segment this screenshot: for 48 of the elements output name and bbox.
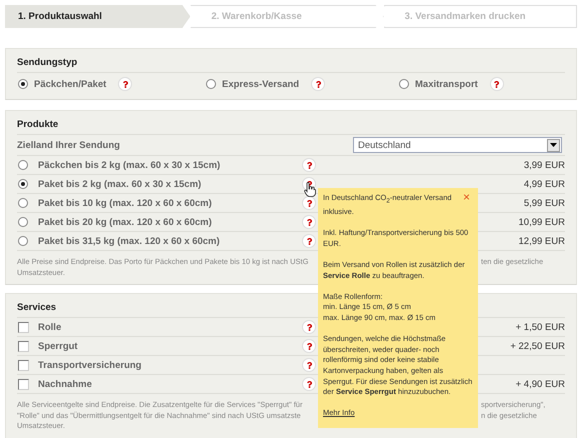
radio-button[interactable]	[399, 79, 409, 89]
option-label: Express-Versand	[222, 78, 300, 90]
price: + 22,50 EUR	[510, 340, 565, 352]
product-label: Päckchen bis 2 kg (max. 60 x 30 x 15cm)	[38, 160, 222, 170]
radio-button[interactable]	[18, 160, 28, 170]
radio-button[interactable]	[18, 79, 28, 89]
option-label: Päckchen/Paket	[34, 78, 106, 90]
option-label: Maxitransport	[415, 78, 478, 90]
price: + 4,90 EUR	[516, 378, 565, 390]
radio-button[interactable]	[206, 79, 216, 89]
step-tab[interactable]: 1. Produktauswahl	[5, 5, 190, 28]
help-icon[interactable]	[302, 377, 316, 391]
price: 5,99 EUR	[524, 198, 565, 208]
help-icon[interactable]	[302, 158, 316, 172]
product-label: Paket bis 2 kg (max. 60 x 30 x 15cm)	[38, 178, 202, 190]
help-icon[interactable]	[302, 339, 316, 353]
service-label: Transportversicherung	[38, 360, 142, 370]
checkbox[interactable]	[18, 322, 29, 332]
price: + 1,50 EUR	[516, 322, 565, 332]
help-icon[interactable]	[302, 196, 316, 210]
checkbox[interactable]	[18, 340, 29, 352]
help-icon[interactable]	[490, 77, 504, 91]
service-label: Rolle	[38, 322, 62, 332]
product-label: Paket bis 31,5 kg (max. 120 x 60 x 60cm)	[38, 236, 221, 246]
help-icon[interactable]	[118, 77, 132, 91]
field-label: Zielland Ihrer Sendung	[17, 140, 120, 150]
price: 10,99 EUR	[518, 216, 565, 228]
country-select[interactable]: Deutschland	[353, 137, 562, 153]
service-label: Sperrgut	[38, 340, 79, 352]
help-icon[interactable]	[311, 77, 326, 91]
radio-button[interactable]	[18, 217, 28, 227]
radio-button[interactable]	[18, 198, 28, 208]
help-icon[interactable]	[302, 234, 316, 248]
radio-button[interactable]	[18, 236, 28, 246]
price: 4,99 EUR	[524, 178, 565, 190]
price: 12,99 EUR	[518, 236, 565, 246]
price: 3,99 EUR	[524, 160, 565, 170]
help-icon[interactable]	[302, 358, 316, 372]
section-title: Sendungstyp	[17, 49, 565, 73]
section-title: Produkte	[17, 111, 565, 135]
checkbox[interactable]	[18, 360, 29, 370]
radio-button[interactable]	[18, 179, 28, 189]
product-label: Paket bis 10 kg (max. 120 x 60 x 60cm)	[38, 198, 213, 208]
help-icon[interactable]	[302, 215, 316, 229]
help-icon[interactable]	[302, 320, 316, 334]
product-label: Paket bis 20 kg (max. 120 x 60 x 60cm)	[38, 216, 213, 228]
checkbox[interactable]	[18, 378, 29, 390]
service-label: Nachnahme	[38, 378, 93, 390]
